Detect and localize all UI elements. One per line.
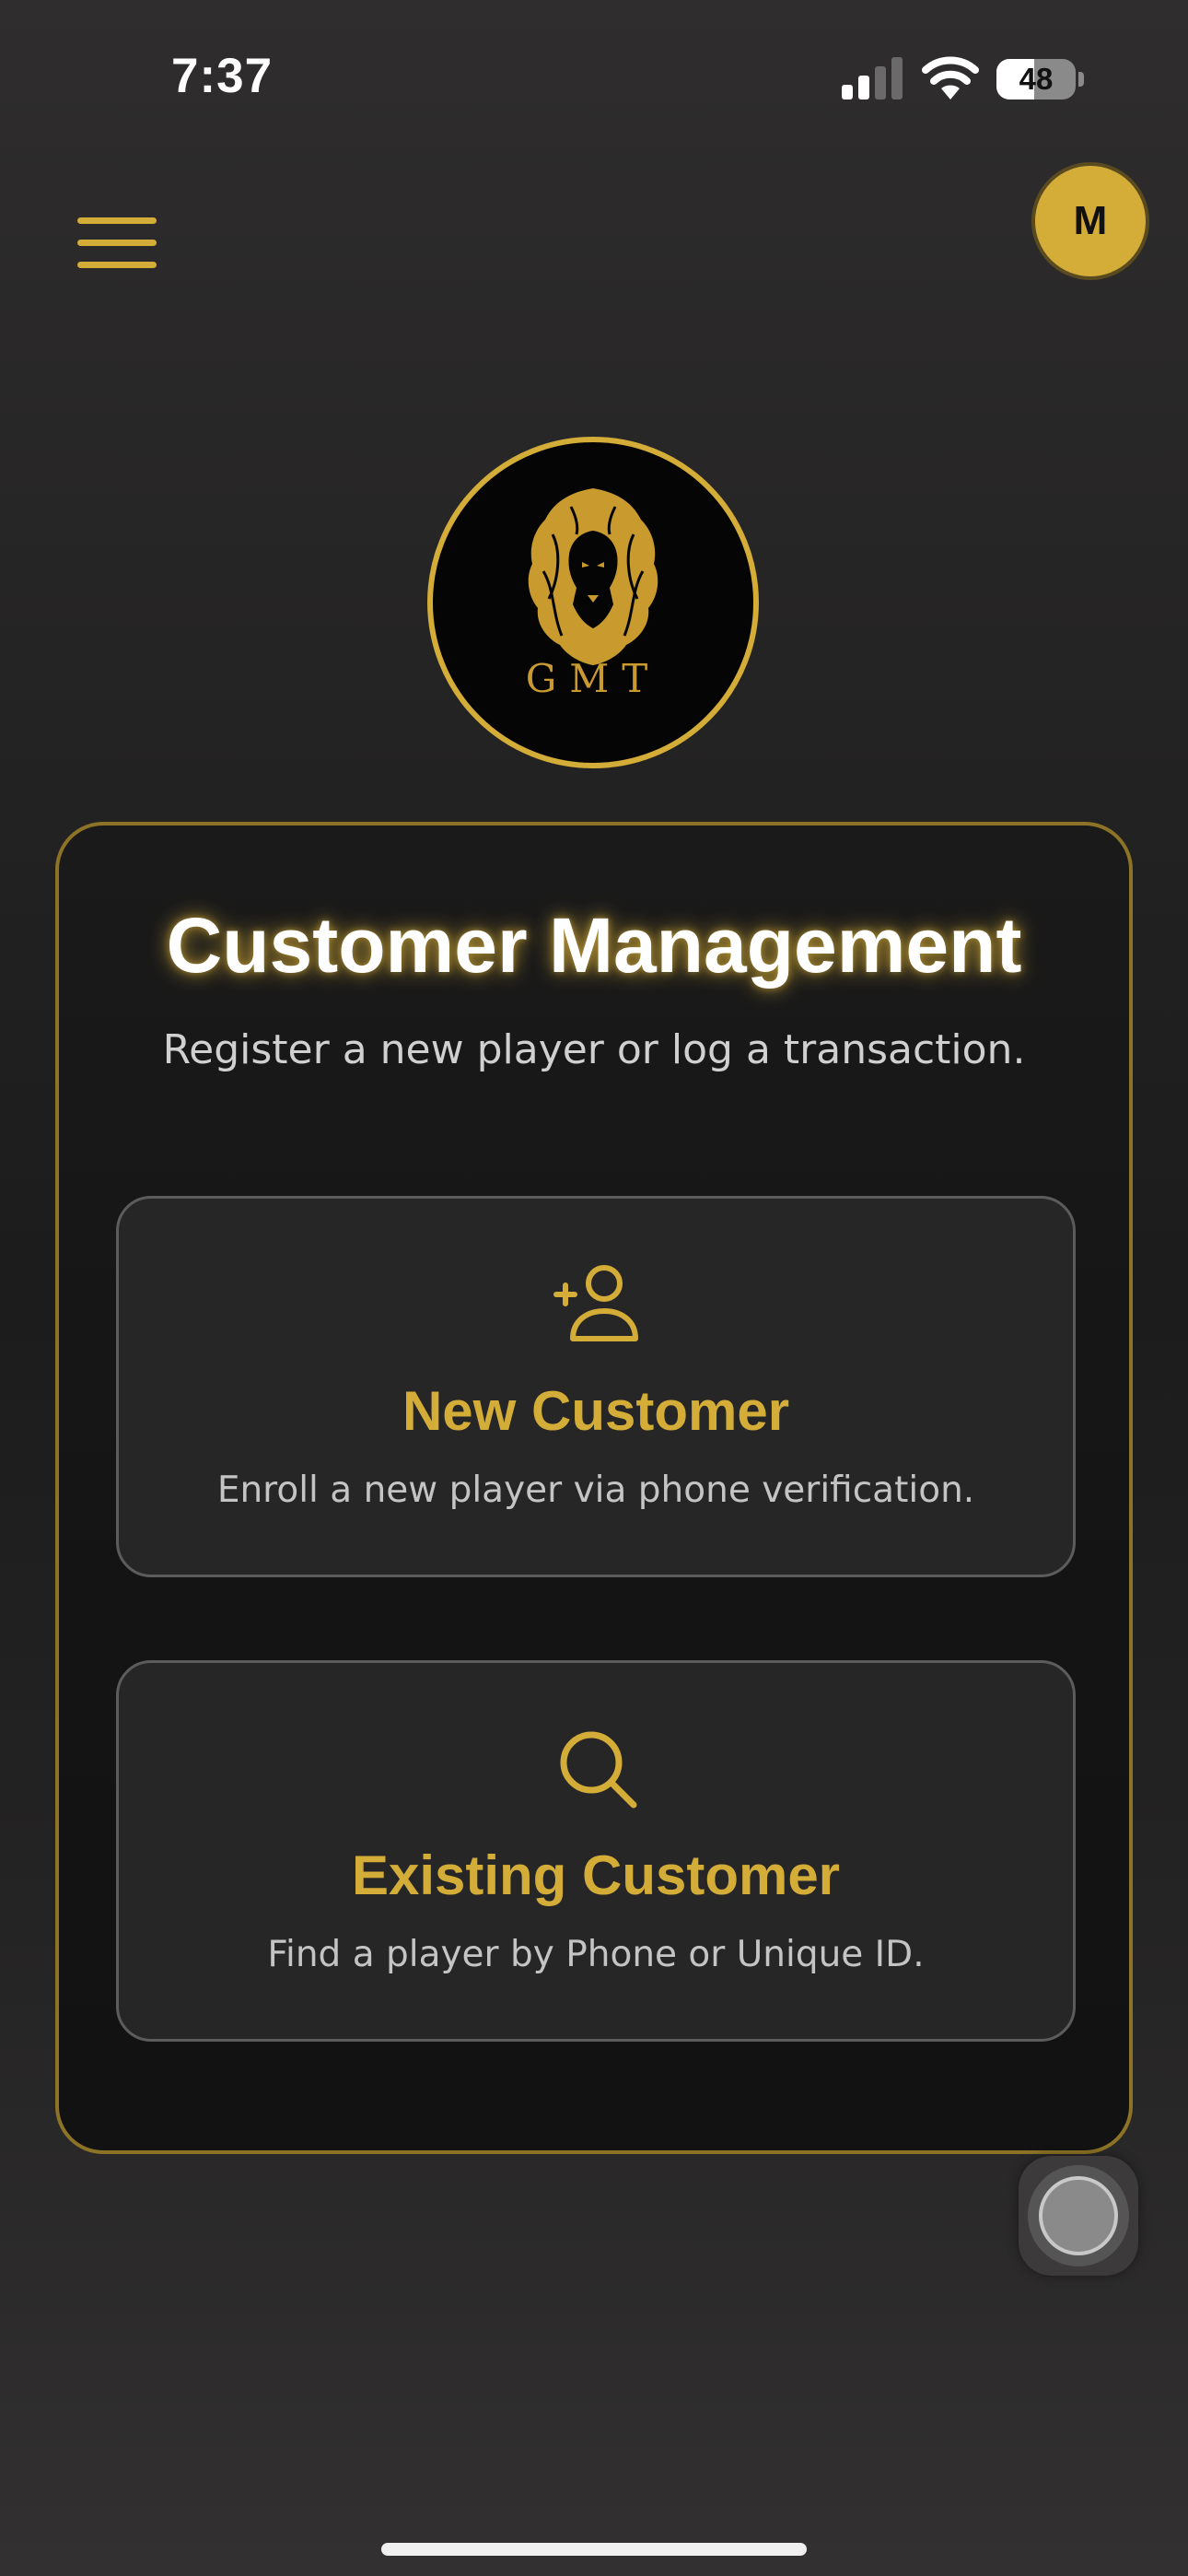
avatar[interactable]: M: [1031, 162, 1149, 280]
logo-text: GMT: [525, 656, 661, 701]
new-customer-description: Enroll a new player via phone verificati…: [216, 1469, 975, 1511]
wifi-icon: [922, 56, 979, 100]
gmt-logo: GMT: [427, 437, 759, 768]
assistive-touch-button[interactable]: [1019, 2156, 1138, 2276]
new-customer-button[interactable]: New Customer Enroll a new player via pho…: [116, 1196, 1076, 1577]
status-bar-time: 7:37: [171, 49, 274, 103]
existing-customer-title: Existing Customer: [351, 1844, 841, 1906]
new-customer-title: New Customer: [402, 1380, 790, 1442]
customer-management-card: Customer Management Register a new playe…: [55, 822, 1133, 2154]
user-add-icon: [553, 1265, 638, 1341]
page-subtitle: Register a new player or log a transacti…: [162, 1026, 1026, 1073]
battery-icon: 48: [996, 59, 1085, 101]
page-title: Customer Management: [166, 902, 1022, 989]
lion-head-icon: [528, 488, 658, 665]
cellular-signal-icon: [842, 57, 903, 100]
hamburger-menu-icon[interactable]: [77, 217, 157, 269]
battery-percent: 48: [1019, 62, 1054, 96]
existing-customer-button[interactable]: Existing Customer Find a player by Phone…: [116, 1660, 1076, 2042]
home-indicator[interactable]: [381, 2543, 807, 2556]
existing-customer-description: Find a player by Phone or Unique ID.: [267, 1934, 925, 1975]
search-icon: [560, 1731, 637, 1809]
